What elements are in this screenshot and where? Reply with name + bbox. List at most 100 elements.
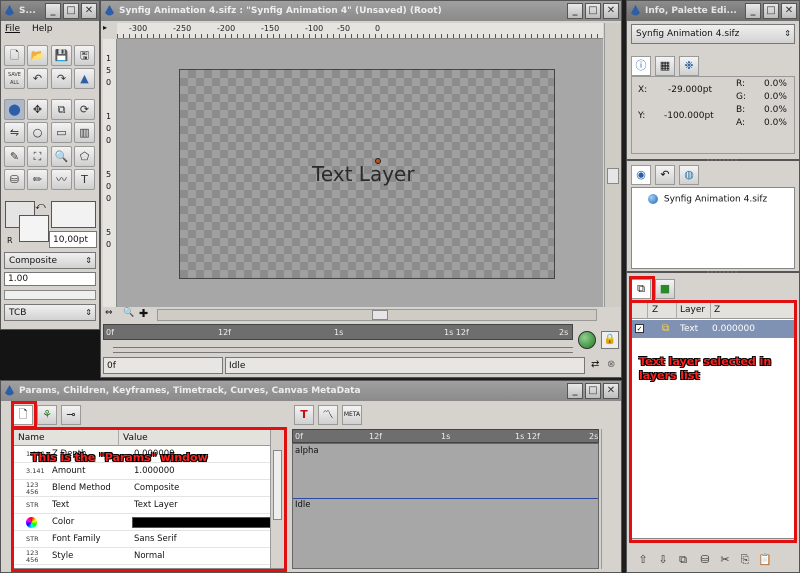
- layer-active-checkbox[interactable]: ✓: [635, 324, 644, 333]
- zoom-tool-icon[interactable]: 🔍: [51, 146, 72, 167]
- text-tool-icon[interactable]: T: [74, 169, 95, 190]
- scale-tool-icon[interactable]: ⧉: [51, 99, 72, 120]
- transform-tool-icon[interactable]: ⬤: [4, 99, 25, 120]
- tab-history[interactable]: ↶: [655, 165, 675, 185]
- canvas-titlebar[interactable]: Synfig Animation 4.sifz : "Synfig Animat…: [101, 1, 621, 21]
- zoom-fit-icon[interactable]: ⇔: [105, 308, 113, 318]
- close-icon[interactable]: ✕: [603, 3, 619, 19]
- scroll-thumb[interactable]: [607, 168, 619, 184]
- canvas-menu-caret-icon[interactable]: ▸: [103, 23, 115, 37]
- sketch-tool-icon[interactable]: 〰: [51, 169, 72, 190]
- encapsulate-layer-icon[interactable]: ⛁: [697, 552, 713, 568]
- tab-canvas-browser[interactable]: ◉: [631, 165, 651, 185]
- column-header-name[interactable]: Name: [18, 430, 45, 446]
- table-row[interactable]: 3.141 Amount 1.000000: [14, 463, 270, 480]
- tab-library[interactable]: ◍: [679, 165, 699, 185]
- fill-color-swatch[interactable]: [19, 215, 49, 242]
- color-swatch-black[interactable]: [132, 517, 282, 528]
- tab-children[interactable]: ⚘: [37, 405, 57, 425]
- eyedropper-tool-icon[interactable]: ✎: [4, 146, 25, 167]
- tab-palette[interactable]: ▦: [655, 56, 675, 76]
- table-row[interactable]: Color: [14, 514, 282, 531]
- duplicate-layer-icon[interactable]: ⧉: [675, 552, 691, 568]
- paste-icon[interactable]: 📋: [757, 552, 773, 568]
- column-header-value[interactable]: Value: [118, 430, 148, 446]
- timetrack-scrollbar[interactable]: [601, 429, 619, 569]
- maximize-icon[interactable]: □: [585, 3, 601, 19]
- timetrack-area[interactable]: alpha Idle: [292, 443, 599, 569]
- brush-size-field[interactable]: 10,00pt: [49, 231, 97, 248]
- zoom-in-icon[interactable]: ✚: [139, 307, 148, 320]
- maximize-icon[interactable]: □: [763, 3, 779, 19]
- info-titlebar[interactable]: Info, Palette Edi... _ □ ✕: [627, 1, 799, 21]
- canvas-horizontal-scrollbar[interactable]: [157, 309, 597, 321]
- gradient-preview[interactable]: [51, 201, 96, 228]
- zoom-out-icon[interactable]: 🔍: [123, 308, 134, 318]
- list-item[interactable]: Synfig Animation 4.sifz: [648, 194, 767, 205]
- column-header-zdepth[interactable]: Z: [710, 302, 720, 319]
- layer-row-text[interactable]: ✓ ⧉ Text 0.000000: [632, 320, 794, 338]
- tab-curves[interactable]: 〽: [318, 405, 338, 425]
- new-file-icon[interactable]: 🗋: [4, 45, 25, 66]
- lower-layer-icon[interactable]: ⇩: [655, 552, 671, 568]
- timetrack-ruler[interactable]: 0f 12f 1s 1s 12f 2s: [292, 429, 599, 443]
- cut-icon[interactable]: ✂: [717, 552, 733, 568]
- close-icon[interactable]: ✕: [603, 383, 619, 399]
- table-row[interactable]: 123 456 Style Normal: [14, 548, 270, 565]
- minimize-icon[interactable]: _: [567, 383, 583, 399]
- table-row[interactable]: STR Font Family Sans Serif: [14, 531, 270, 548]
- rotate-tool-icon[interactable]: ⟳: [74, 99, 95, 120]
- rectangle-tool-icon[interactable]: ▭: [51, 122, 72, 143]
- panel-grip[interactable]: [707, 271, 737, 274]
- toolbox-titlebar[interactable]: S... _ □ ✕: [1, 1, 99, 21]
- table-row[interactable]: 123 456 Blend Method Composite: [14, 480, 270, 497]
- redo-icon[interactable]: ↷: [51, 68, 72, 89]
- canvas-area[interactable]: Text Layer: [179, 69, 555, 279]
- gradient-tool-icon[interactable]: ▥: [74, 122, 95, 143]
- params-scrollbar[interactable]: [270, 430, 284, 568]
- scroll-thumb[interactable]: [372, 310, 388, 320]
- tab-layers[interactable]: ⧉: [631, 279, 651, 299]
- fill-tool-icon[interactable]: ⛶: [27, 146, 48, 167]
- polygon-tool-icon[interactable]: ⬠: [74, 146, 95, 167]
- params-titlebar[interactable]: Params, Children, Keyframes, Timetrack, …: [1, 381, 621, 401]
- table-row[interactable]: STR Text Text Layer: [14, 497, 270, 514]
- keyframe-lock-icon[interactable]: 🔒: [601, 331, 619, 349]
- animation-mode-icon[interactable]: [578, 331, 596, 349]
- maximize-icon[interactable]: □: [63, 3, 79, 19]
- menu-help[interactable]: Help: [32, 24, 53, 34]
- undo-icon[interactable]: ↶: [27, 68, 48, 89]
- swap-colors-icon[interactable]: ⤺: [35, 201, 46, 212]
- maximize-icon[interactable]: □: [585, 383, 601, 399]
- save-as-icon[interactable]: 🖫: [74, 45, 95, 66]
- column-header-active[interactable]: [632, 302, 648, 319]
- copy-icon[interactable]: ⎘: [737, 552, 753, 568]
- tab-groups[interactable]: ■: [655, 279, 675, 299]
- minimize-icon[interactable]: _: [745, 3, 761, 19]
- bucket-tool-icon[interactable]: ⛁: [4, 169, 25, 190]
- menu-file[interactable]: File: [5, 24, 20, 34]
- stop-render-icon[interactable]: ⊗: [607, 359, 615, 370]
- current-time-field[interactable]: 0f: [103, 357, 223, 374]
- pencil-tool-icon[interactable]: ✏: [27, 169, 48, 190]
- time-slider[interactable]: [113, 343, 573, 353]
- refresh-icon[interactable]: ⇄: [591, 359, 599, 370]
- tab-params[interactable]: 🗋: [13, 405, 33, 425]
- close-icon[interactable]: ✕: [81, 3, 97, 19]
- opacity-slider[interactable]: [4, 290, 96, 300]
- minimize-icon[interactable]: _: [567, 3, 583, 19]
- save-all-icon[interactable]: SAVE ALL: [4, 68, 25, 89]
- tab-info[interactable]: ⓘ: [631, 56, 651, 76]
- tab-keyframes[interactable]: ⊸: [61, 405, 81, 425]
- canvas-vertical-scrollbar[interactable]: [604, 23, 621, 307]
- open-folder-icon[interactable]: 📂: [27, 45, 48, 66]
- canvas-text-layer[interactable]: Text Layer: [312, 162, 415, 186]
- tab-metadata[interactable]: META: [342, 405, 362, 425]
- mirror-tool-icon[interactable]: ⇋: [4, 122, 25, 143]
- panel-grip[interactable]: [707, 159, 737, 162]
- smooth-move-tool-icon[interactable]: ✥: [27, 99, 48, 120]
- save-icon[interactable]: 💾: [51, 45, 72, 66]
- raise-layer-icon[interactable]: ⇧: [635, 552, 651, 568]
- tab-navigator[interactable]: ❉: [679, 56, 699, 76]
- close-icon[interactable]: ✕: [781, 3, 797, 19]
